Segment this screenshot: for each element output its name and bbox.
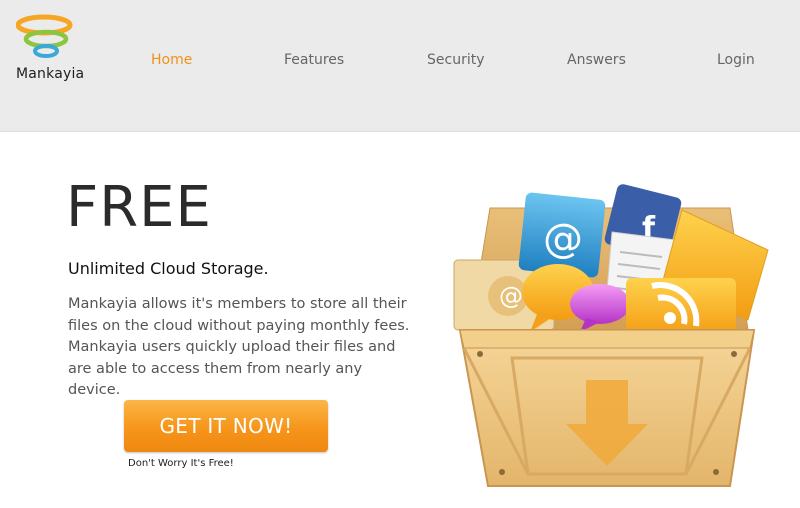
cta-note: Don't Worry It's Free!: [128, 458, 234, 469]
logo-wordmark: Mankayia: [16, 66, 85, 82]
mankayia-logo[interactable]: Mankayia: [12, 12, 90, 86]
hero-subtitle: Unlimited Cloud Storage.: [68, 259, 269, 278]
hero-description: Mankayia allows it's members to store al…: [68, 296, 410, 398]
nav-login[interactable]: Login: [717, 52, 755, 68]
hero-title: FREE: [66, 175, 212, 240]
svg-text:@: @: [543, 216, 583, 262]
nav-security[interactable]: Security: [427, 52, 485, 68]
nav-features[interactable]: Features: [284, 52, 344, 68]
rss-icon: [626, 278, 736, 336]
nav-home[interactable]: Home: [151, 52, 192, 68]
top-navigation-bar: Mankayia Home Features Security Answers …: [0, 0, 800, 132]
nav-answers[interactable]: Answers: [567, 52, 626, 68]
cloud-storage-crate-illustration: @ @ f: [430, 180, 790, 500]
get-it-now-button[interactable]: GET IT NOW!: [124, 400, 328, 452]
logo-swirl-icon: [16, 14, 73, 58]
svg-text:@: @: [499, 282, 523, 310]
